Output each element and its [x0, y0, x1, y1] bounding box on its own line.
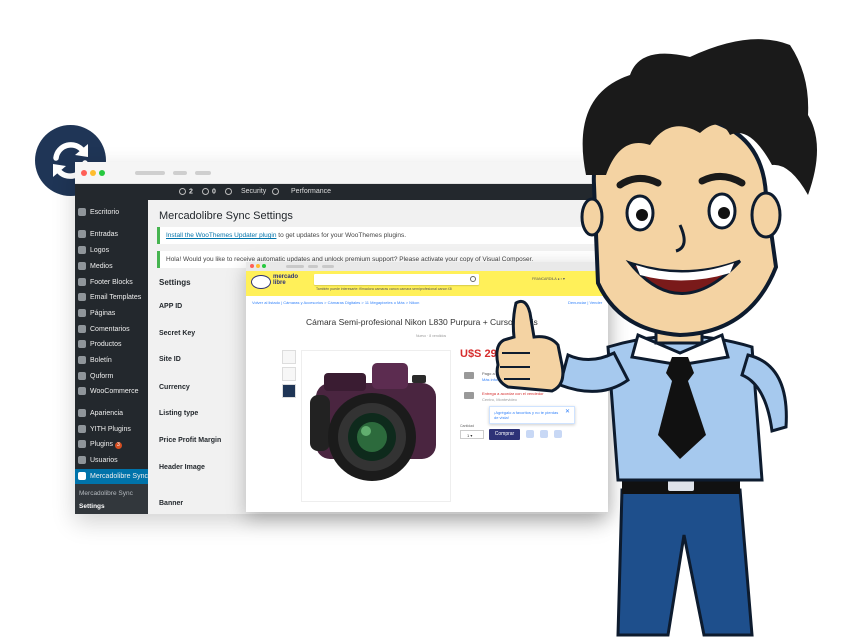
- updates-icon: [179, 188, 186, 195]
- page-title: Mercadolibre Sync Settings: [159, 210, 293, 222]
- quantity-label: Cantidad: [460, 424, 475, 428]
- sidebar-item-quform[interactable]: Quform: [75, 369, 148, 384]
- updates-count: 2: [189, 188, 193, 196]
- sync-icon: [78, 472, 86, 480]
- page-icon: [78, 309, 86, 317]
- card-icon: [464, 372, 474, 379]
- sidebar-item-email-templates[interactable]: Email Templates: [75, 290, 148, 305]
- sidebar-item-paginas[interactable]: Páginas: [75, 306, 148, 321]
- sidebar-item-yith-plugins[interactable]: YITH Plugins: [75, 422, 148, 437]
- handshake-logo-icon[interactable]: [251, 275, 271, 289]
- ml-search-input[interactable]: [314, 274, 479, 285]
- camera-image: [310, 363, 436, 481]
- promo-stage: 2 0 Security Performance Escritorio Entr…: [0, 0, 860, 637]
- tab-placeholder[interactable]: [286, 265, 304, 268]
- app-id-label: APP ID: [159, 303, 183, 310]
- secret-key-label: Secret Key: [159, 330, 196, 337]
- sidebar-item-comentarios[interactable]: Comentarios: [75, 322, 148, 337]
- sidebar-item-plugins[interactable]: Plugins 3: [75, 437, 148, 452]
- gauge-icon: [272, 188, 279, 195]
- security-item[interactable]: Security: [241, 188, 266, 195]
- woo-icon: [78, 387, 86, 395]
- minimize-dot[interactable]: [90, 170, 96, 176]
- truck-icon: [464, 392, 474, 399]
- sidebar-item-woocommerce[interactable]: WooCommerce: [75, 384, 148, 399]
- sidebar-item-footer-blocks[interactable]: Footer Blocks: [75, 275, 148, 290]
- plugin-icon: [78, 425, 86, 433]
- comments-item[interactable]: 0: [202, 188, 216, 195]
- performance-item[interactable]: [272, 188, 282, 195]
- wordfence-item[interactable]: [225, 188, 235, 195]
- comment-icon: [202, 188, 209, 195]
- tab-placeholder[interactable]: [135, 171, 165, 175]
- notice-text: to get updates for your WooThemes plugin…: [276, 232, 407, 239]
- thumbs-up-mascot: [495, 39, 817, 637]
- sidebar-item-usuarios[interactable]: Usuarios: [75, 453, 148, 468]
- sidebar-item-apariencia[interactable]: Apariencia: [75, 406, 148, 421]
- newsletter-icon: [78, 356, 86, 364]
- banner-label: Banner: [159, 500, 184, 507]
- close-dot[interactable]: [81, 170, 87, 176]
- comment-icon: [78, 325, 86, 333]
- sidebar-item-entradas[interactable]: Entradas: [75, 227, 148, 242]
- product-thumbnail[interactable]: [282, 384, 296, 398]
- maximize-dot[interactable]: [262, 264, 266, 268]
- product-subinfo: Nuevo · 8 vendidos: [416, 334, 447, 338]
- sidebar-item-escritorio[interactable]: Escritorio: [75, 205, 148, 220]
- email-icon: [78, 293, 86, 301]
- settings-heading: Settings: [159, 278, 191, 287]
- dashboard-icon: [78, 208, 86, 216]
- ml-logo-text[interactable]: mercado libre: [273, 274, 303, 286]
- maximize-dot[interactable]: [99, 170, 105, 176]
- sidebar-item-mercadolibre-sync[interactable]: Mercadolibre Sync: [75, 469, 148, 484]
- header-image-label: Header Image: [159, 464, 205, 471]
- quantity-select[interactable]: 1 ▾: [460, 430, 484, 439]
- submenu-item-settings[interactable]: Settings: [79, 503, 105, 510]
- breadcrumb[interactable]: Volver al listado | Cámaras y Accesorios…: [252, 300, 419, 305]
- plugins-label: Plugins: [90, 441, 113, 448]
- price-profit-margin-label: Price Profit Margin: [159, 437, 222, 444]
- search-icon[interactable]: [470, 276, 476, 282]
- image-icon: [78, 246, 86, 254]
- submenu-item-mercadolibre-sync[interactable]: Mercadolibre Sync: [79, 490, 133, 497]
- wp-sidebar: Escritorio Entradas Logos Medios Footer …: [75, 200, 148, 514]
- shield-icon: [225, 188, 232, 195]
- tab-placeholder[interactable]: [173, 171, 187, 175]
- sidebar-submenu: Mercadolibre Sync Settings: [75, 484, 148, 514]
- close-dot[interactable]: [250, 264, 254, 268]
- sidebar-item-productos[interactable]: Productos: [75, 337, 148, 352]
- tab-placeholder[interactable]: [322, 265, 334, 268]
- user-icon: [78, 456, 86, 464]
- tab-placeholder[interactable]: [195, 171, 211, 175]
- product-image[interactable]: [301, 350, 451, 502]
- sidebar-item-logos[interactable]: Logos: [75, 243, 148, 258]
- ml-suggested-links[interactable]: También puede interesarte: filmadora cam…: [316, 287, 452, 291]
- product-thumbnail[interactable]: [282, 350, 296, 364]
- performance-label[interactable]: Performance: [291, 188, 331, 195]
- updates-item[interactable]: 2: [179, 188, 193, 195]
- install-updater-link[interactable]: Install the WooThemes Updater plugin: [166, 232, 276, 239]
- plugin-icon: [78, 440, 86, 448]
- comments-count: 0: [212, 188, 216, 196]
- sidebar-item-medios[interactable]: Medios: [75, 259, 148, 274]
- sidebar-item-boletin[interactable]: Boletín: [75, 353, 148, 368]
- minimize-dot[interactable]: [256, 264, 260, 268]
- pin-icon: [78, 230, 86, 238]
- listing-type-label: Listing type: [159, 410, 199, 417]
- product-icon: [78, 340, 86, 348]
- brush-icon: [78, 409, 86, 417]
- product-thumbnail[interactable]: [282, 367, 296, 381]
- site-id-label: Site ID: [159, 356, 181, 363]
- media-icon: [78, 262, 86, 270]
- plugins-update-badge: 3: [114, 442, 122, 449]
- pin-icon: [78, 278, 86, 286]
- currency-label: Currency: [159, 384, 190, 391]
- form-icon: [78, 372, 86, 380]
- tab-placeholder[interactable]: [308, 265, 318, 268]
